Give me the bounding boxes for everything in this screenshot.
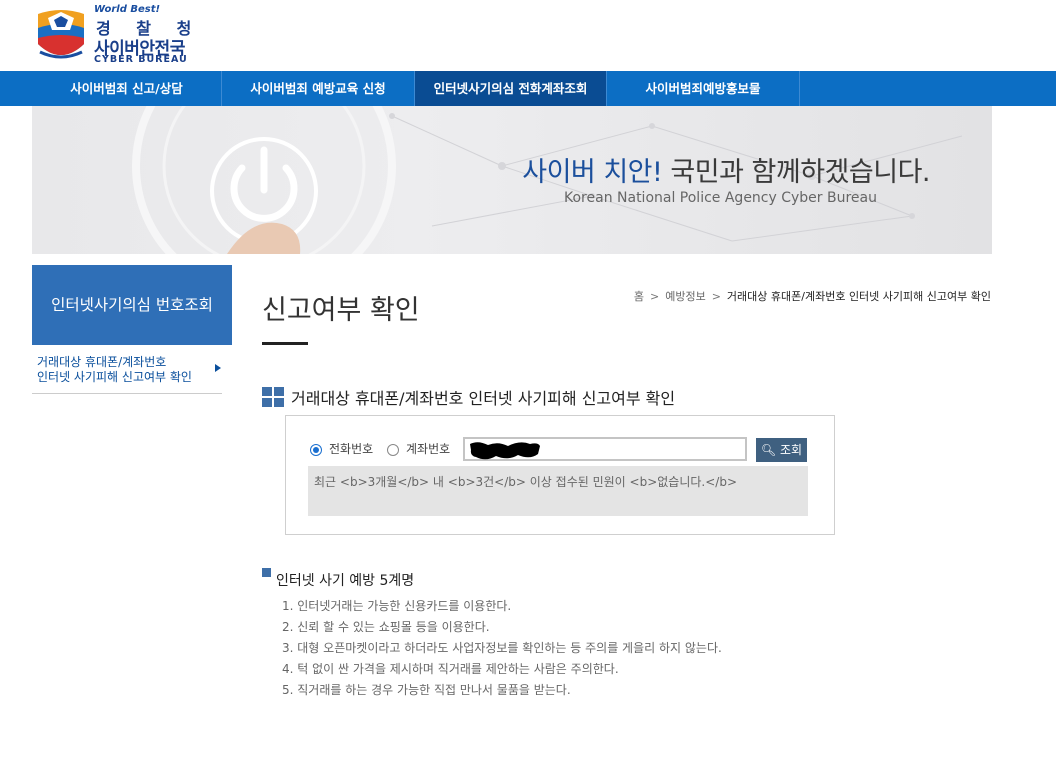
tips-title: 인터넷 사기 예방 5계명 xyxy=(276,573,415,589)
banner-title-highlight: 사이버 치안! xyxy=(522,157,663,188)
breadcrumb-current: 거래대상 휴대폰/계좌번호 인터넷 사기피해 신고여부 확인 xyxy=(726,290,991,303)
search-icon: 🔍︎ xyxy=(760,443,777,457)
breadcrumb-home[interactable]: 홈 xyxy=(634,290,644,303)
section-title: 거래대상 휴대폰/계좌번호 인터넷 사기피해 신고여부 확인 xyxy=(291,389,676,408)
banner-title: 사이버 치안! 국민과 함께하겠습니다. xyxy=(522,150,930,189)
radio-account[interactable] xyxy=(387,444,399,456)
sidebar-item-label-line1: 거래대상 휴대폰/계좌번호 xyxy=(37,355,167,369)
sidebar-item-fraud-check[interactable]: 거래대상 휴대폰/계좌번호 인터넷 사기피해 신고여부 확인 xyxy=(32,355,227,385)
radio-account-label: 계좌번호 xyxy=(406,442,451,456)
sidebar-heading: 인터넷사기의심 번호조회 xyxy=(32,265,232,345)
police-emblem-icon xyxy=(38,10,84,59)
banner-subtitle: Korean National Police Agency Cyber Bure… xyxy=(564,190,877,206)
page-title: 신고여부 확인 xyxy=(262,295,420,326)
breadcrumb: 홈 > 예방정보 > 거래대상 휴대폰/계좌번호 인터넷 사기피해 신고여부 확인 xyxy=(634,288,991,304)
nav-item-education[interactable]: 사이버범죄 예방교육 신청 xyxy=(222,71,415,106)
chevron-right-icon: > xyxy=(711,290,721,303)
nav-item-fraud-lookup[interactable]: 인터넷사기의심 전화계좌조회 xyxy=(415,71,607,106)
breadcrumb-prevention[interactable]: 예방정보 xyxy=(665,290,705,303)
sidebar-divider xyxy=(32,393,222,394)
tips-list: 1. 인터넷거래는 가능한 신용카드를 이용한다. 2. 신뢰 할 수 있는 쇼… xyxy=(282,598,722,703)
grid-icon xyxy=(262,387,284,407)
nav-item-report[interactable]: 사이버범죄 신고/상담 xyxy=(32,71,222,106)
site-logo[interactable]: World Best! 경 찰 청 사이버안전국 CYBER BUREAU xyxy=(34,4,204,66)
radio-phone[interactable] xyxy=(310,444,322,456)
search-button-label: 조회 xyxy=(779,443,803,457)
radio-phone-label: 전화번호 xyxy=(329,442,374,456)
logo-slogan: World Best! xyxy=(94,4,161,15)
logo-title-en: CYBER BUREAU xyxy=(94,54,188,65)
top-navigation: 사이버범죄 신고/상담 사이버범죄 예방교육 신청 인터넷사기의심 전화계좌조회… xyxy=(0,71,1056,106)
sidebar-item-label-line2: 인터넷 사기피해 신고여부 확인 xyxy=(37,370,192,384)
list-item: 1. 인터넷거래는 가능한 신용카드를 이용한다. xyxy=(282,599,512,613)
list-item: 5. 직거래를 하는 경우 가능한 직접 만나서 물품을 받는다. xyxy=(282,683,571,697)
title-underline xyxy=(262,342,308,345)
list-item: 2. 신뢰 할 수 있는 쇼핑몰 등을 이용한다. xyxy=(282,620,490,634)
nav-item-promotion[interactable]: 사이버범죄예방홍보물 xyxy=(607,71,800,106)
redaction-scribble xyxy=(470,442,540,460)
caret-right-icon xyxy=(215,364,221,372)
lookup-result: 최근 <b>3개월</b> 내 <b>3건</b> 이상 접수된 민원이 <b>… xyxy=(308,466,808,516)
banner-title-rest: 국민과 함께하겠습니다. xyxy=(662,157,930,188)
list-item: 3. 대형 오픈마켓이라고 하더라도 사업자정보를 확인하는 등 주의를 게을리… xyxy=(282,641,722,655)
list-item: 4. 턱 없이 싼 가격을 제시하며 직거래를 제안하는 사람은 주의한다. xyxy=(282,662,619,676)
tips-bullet-icon xyxy=(262,568,271,577)
hero-banner: 사이버 치안! 국민과 함께하겠습니다. Korean National Pol… xyxy=(32,106,992,254)
search-button[interactable]: 🔍︎ 조회 xyxy=(756,438,807,462)
chevron-right-icon: > xyxy=(650,290,660,303)
